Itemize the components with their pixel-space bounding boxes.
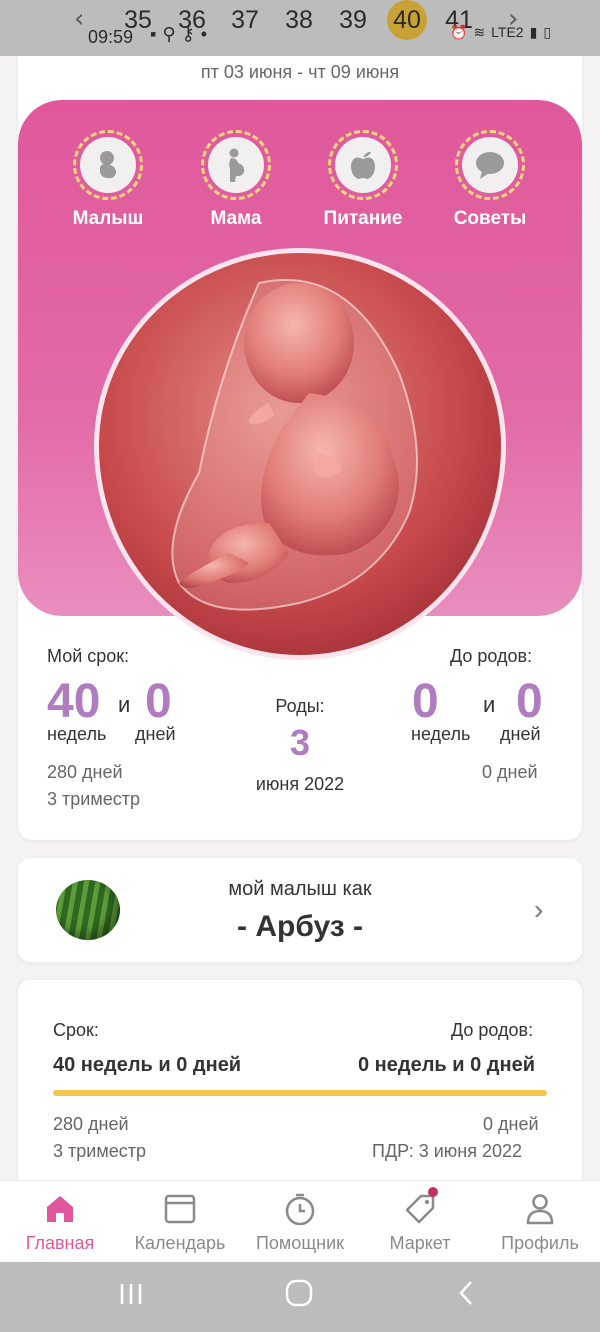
status-icons-left: ▪ ⚲ ⚷ • — [150, 24, 213, 45]
progress-trimester: 3 триместр — [53, 1141, 146, 1161]
birth-day: 3 — [289, 722, 311, 763]
category-tips[interactable]: Советы — [430, 130, 550, 230]
progress-until-label: До родов: — [451, 1020, 534, 1040]
baby-icon — [100, 151, 116, 179]
image-icon: ▪ — [150, 24, 157, 44]
birth-label: Роды: — [275, 696, 325, 716]
fruit-subtitle: мой малыш как — [228, 878, 372, 900]
week-40-active[interactable]: 40 — [387, 0, 427, 40]
until-label: До родов: — [450, 646, 533, 666]
category-label: Мама — [210, 208, 262, 229]
category-label: Питание — [323, 208, 403, 229]
timer-icon — [285, 1193, 315, 1226]
home-button-icon[interactable] — [284, 1278, 314, 1308]
nav-home[interactable]: Главная — [0, 1191, 120, 1254]
progress-until-days: 0 дней — [483, 1114, 539, 1134]
pregnant-woman-icon — [229, 148, 245, 182]
until-weeks-value: 0 — [412, 675, 439, 728]
profile-icon — [526, 1194, 554, 1225]
status-bar: ‹ 35 36 37 38 39 40 41 › 09:59 ▪ ⚲ ⚷ • ⏰ ≋ LT… — [0, 0, 600, 56]
status-icons-right: ⏰ ≋ LTE2 ▮ ▯ — [450, 24, 557, 41]
progress-term-value: 40 недель и 0 дней — [53, 1054, 242, 1076]
key-icon: ⚷ — [181, 24, 195, 44]
progress-card: Срок: До родов: 40 недель и 0 дней 0 нед… — [18, 980, 582, 1190]
fruit-comparison-card[interactable]: мой малыш как - Арбуз - › — [18, 858, 582, 962]
alarm-icon: ⏰ — [450, 24, 468, 40]
fetus-drawing — [171, 278, 418, 611]
nav-profile[interactable]: Профиль — [480, 1191, 600, 1254]
fruit-name: - Арбуз - — [237, 910, 363, 943]
nav-label: Маркет — [389, 1233, 451, 1253]
bottom-navigation: Главная Календарь Помощник Маркет Профил… — [0, 1180, 600, 1262]
system-navigation-bar — [0, 1262, 600, 1332]
notification-dot — [428, 1187, 438, 1197]
progress-total-days: 280 дней — [53, 1114, 129, 1134]
category-label: Малыш — [72, 208, 144, 229]
speech-bubble-icon — [476, 152, 504, 179]
status-time: 09:59 — [88, 27, 134, 47]
category-label: Советы — [453, 208, 527, 229]
progress-until-value: 0 недель и 0 дней — [358, 1054, 535, 1076]
battery-icon: ▯ — [543, 24, 552, 40]
home-icon — [47, 1196, 73, 1222]
chevron-left-icon[interactable]: ‹ — [74, 4, 84, 34]
term-label: Мой срок: — [47, 646, 130, 666]
nav-assistant[interactable]: Помощник — [240, 1191, 360, 1254]
until-weeks-unit: недель — [411, 724, 471, 744]
nav-label: Профиль — [501, 1233, 579, 1253]
category-nutrition[interactable]: Питание — [303, 130, 423, 230]
date-range: пт 03 июня - чт 09 июня — [200, 62, 400, 82]
week-39[interactable]: 39 — [331, 4, 375, 36]
tag-icon — [405, 1194, 435, 1224]
nav-market[interactable]: Маркет — [360, 1187, 480, 1254]
pregnancy-overview-card: пт 03 июня - чт 09 июня Малыш Мама Питан… — [18, 56, 582, 840]
dot-icon: • — [200, 24, 208, 44]
fetus-illustration — [94, 248, 506, 660]
wifi-icon: ≋ — [473, 24, 486, 40]
until-days-value: 0 — [516, 675, 543, 728]
nav-label: Главная — [25, 1233, 95, 1253]
apple-icon — [351, 151, 375, 179]
week-37[interactable]: 37 — [223, 4, 267, 36]
calendar-icon — [164, 1194, 196, 1224]
nav-label: Календарь — [134, 1233, 226, 1253]
recent-apps-icon[interactable] — [116, 1278, 146, 1308]
chevron-right-icon: › — [534, 894, 544, 925]
search-icon: ⚲ — [162, 24, 176, 44]
week-38[interactable]: 38 — [277, 4, 321, 36]
network-label: LTE2 — [491, 24, 524, 40]
until-days-unit: дней — [500, 724, 541, 744]
progress-term-label: Срок: — [53, 1020, 99, 1040]
signal-icon: ▮ — [529, 24, 538, 40]
until-total-days: 0 дней — [482, 762, 538, 782]
category-baby[interactable]: Малыш — [48, 130, 168, 230]
nav-calendar[interactable]: Календарь — [120, 1191, 240, 1254]
nav-label: Помощник — [255, 1233, 344, 1253]
back-icon[interactable] — [452, 1278, 482, 1308]
pregnancy-progress-bar — [53, 1090, 547, 1096]
due-date: ПДР: 3 июня 2022 — [372, 1141, 523, 1161]
progress-fill — [53, 1090, 547, 1096]
category-mom[interactable]: Мама — [176, 130, 296, 230]
until-and: и — [483, 692, 496, 717]
